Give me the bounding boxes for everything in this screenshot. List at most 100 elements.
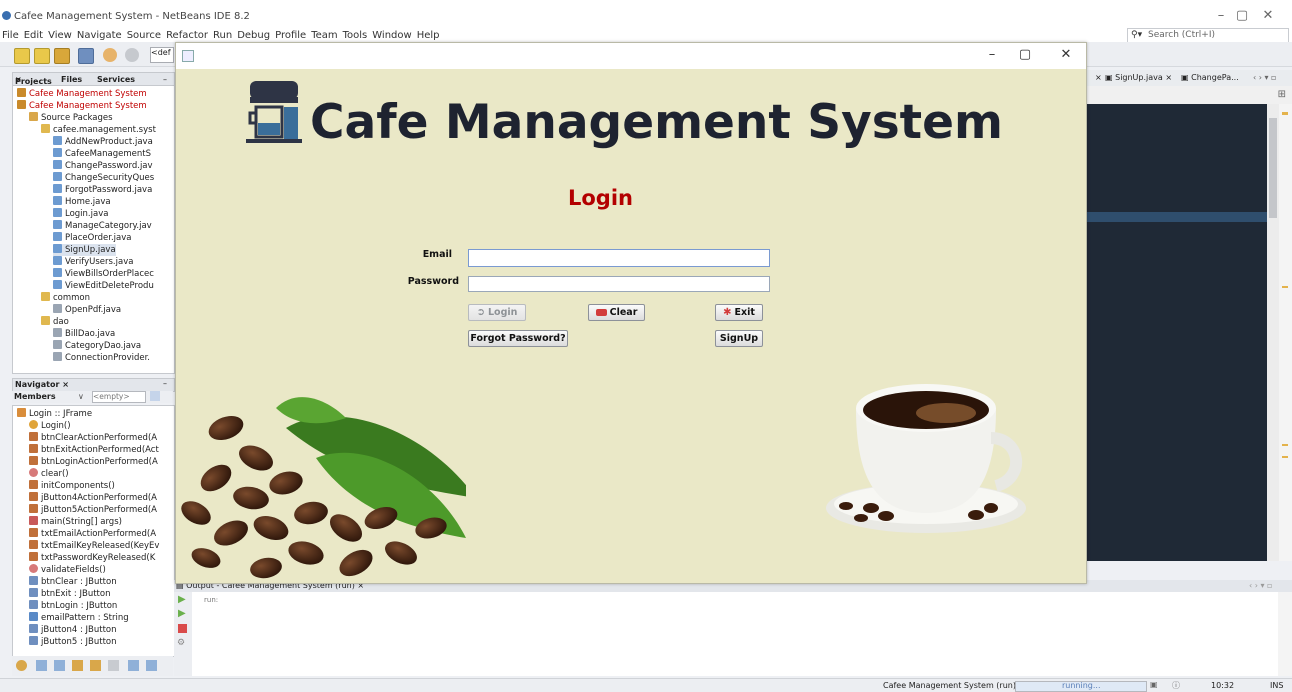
- navigator-item[interactable]: emailPattern : String: [29, 612, 129, 624]
- navigator-item[interactable]: initComponents(): [29, 480, 115, 492]
- menu-run[interactable]: Run: [213, 30, 232, 41]
- warning-mark[interactable]: [1282, 286, 1288, 288]
- editor-scroll-thumb[interactable]: [1269, 118, 1277, 218]
- info-icon[interactable]: ⓘ: [1172, 680, 1180, 691]
- tab-navigator[interactable]: Navigator ×: [15, 380, 69, 389]
- signup-button[interactable]: SignUp: [715, 330, 763, 347]
- tab-projects[interactable]: Projects ×: [15, 75, 52, 86]
- undo-icon[interactable]: [103, 48, 117, 62]
- inner-classes-icon[interactable]: [90, 660, 101, 671]
- project-tree-item[interactable]: Cafee Management System: [17, 100, 147, 112]
- menu-refactor[interactable]: Refactor: [166, 30, 208, 41]
- menu-edit[interactable]: Edit: [24, 30, 43, 41]
- tab-services[interactable]: Services: [97, 75, 135, 84]
- project-tree-item[interactable]: Login.java: [53, 208, 108, 220]
- exit-button[interactable]: ✱ Exit: [715, 304, 763, 321]
- menu-navigate[interactable]: Navigate: [77, 30, 122, 41]
- ide-maximize-button[interactable]: ▢: [1232, 8, 1252, 23]
- inherited-members-icon[interactable]: [16, 660, 27, 671]
- rerun-icon[interactable]: ▶: [178, 594, 186, 605]
- navigator-item[interactable]: txtEmailKeyReleased(KeyEv: [29, 540, 159, 552]
- tab-files[interactable]: Files: [61, 75, 82, 84]
- login-minimize-button[interactable]: –: [981, 47, 1003, 62]
- menu-view[interactable]: View: [48, 30, 72, 41]
- menu-window[interactable]: Window: [372, 30, 411, 41]
- project-tree-item[interactable]: ViewEditDeleteProdu: [53, 280, 154, 292]
- project-tree-item[interactable]: ChangeSecurityQues: [53, 172, 154, 184]
- open-project-icon[interactable]: [54, 48, 70, 64]
- sort-by-source-icon[interactable]: [146, 660, 157, 671]
- output-settings-icon[interactable]: ⚙: [177, 638, 185, 648]
- navigator-item[interactable]: btnClear : JButton: [29, 576, 117, 588]
- tab-scroll-arrows-icon[interactable]: ‹ › ▾ ▫: [1253, 73, 1276, 82]
- project-tree-item[interactable]: SignUp.java: [53, 244, 116, 256]
- output-scrollbar[interactable]: [1278, 592, 1292, 676]
- navigator-item[interactable]: btnExitActionPerformed(Act: [29, 444, 159, 456]
- login-button[interactable]: ➲ Login: [468, 304, 526, 321]
- project-tree-item[interactable]: ChangePassword.jav: [53, 160, 153, 172]
- project-tree-item[interactable]: ForgotPassword.java: [53, 184, 152, 196]
- project-tree-item[interactable]: BillDao.java: [53, 328, 115, 340]
- navigator-item[interactable]: txtEmailActionPerformed(A: [29, 528, 156, 540]
- menu-file[interactable]: File: [2, 30, 19, 41]
- navigator-item[interactable]: Login(): [29, 420, 71, 432]
- members-dropdown-arrow[interactable]: ∨: [78, 392, 84, 401]
- navigator-item[interactable]: txtPasswordKeyReleased(K: [29, 552, 155, 564]
- static-filter-icon[interactable]: [54, 660, 65, 671]
- editor-expand-icon[interactable]: ⊞: [1278, 89, 1286, 100]
- project-tree-item[interactable]: VerifyUsers.java: [53, 256, 133, 268]
- password-field[interactable]: [468, 276, 770, 292]
- navigator-item[interactable]: Login :: JFrame: [17, 408, 92, 420]
- output-tab-controls-icon[interactable]: ‹ › ▾ ▫: [1249, 581, 1272, 590]
- sort-by-name-icon[interactable]: [128, 660, 139, 671]
- navigator-minimize-button[interactable]: –: [163, 379, 167, 388]
- config-select[interactable]: <def: [150, 47, 174, 63]
- save-all-icon[interactable]: [78, 48, 94, 64]
- code-editor[interactable]: [1085, 104, 1268, 561]
- navigator-item[interactable]: jButton5 : JButton: [29, 636, 117, 648]
- non-public-filter-icon[interactable]: [72, 660, 83, 671]
- warning-mark[interactable]: [1282, 112, 1288, 115]
- editor-tab-changepassword[interactable]: ▣ ChangePa...: [1181, 73, 1239, 82]
- menu-help[interactable]: Help: [417, 30, 440, 41]
- forgot-password-button[interactable]: Forgot Password?: [468, 330, 568, 347]
- editor-scrollbar[interactable]: [1267, 104, 1279, 561]
- ide-close-button[interactable]: ✕: [1258, 8, 1278, 23]
- project-tree-item[interactable]: AddNewProduct.java: [53, 136, 153, 148]
- menu-tools[interactable]: Tools: [343, 30, 368, 41]
- notifications-icon[interactable]: ▣: [1150, 680, 1158, 689]
- login-close-button[interactable]: ✕: [1055, 47, 1077, 62]
- navigator-item[interactable]: jButton4 : JButton: [29, 624, 117, 636]
- project-tree-item[interactable]: Cafee Management System: [17, 88, 147, 100]
- panel-minimize-button[interactable]: –: [163, 75, 167, 84]
- project-tree-item[interactable]: common: [41, 292, 90, 304]
- navigator-item[interactable]: btnClearActionPerformed(A: [29, 432, 157, 444]
- redo-icon[interactable]: [125, 48, 139, 62]
- navigator-item[interactable]: validateFields(): [29, 564, 106, 576]
- navigator-item[interactable]: clear(): [29, 468, 69, 480]
- warning-mark[interactable]: [1282, 444, 1288, 446]
- menu-profile[interactable]: Profile: [275, 30, 306, 41]
- project-tree-item[interactable]: dao: [41, 316, 69, 328]
- project-tree-item[interactable]: ConnectionProvider.: [53, 352, 150, 364]
- filter-options-icon[interactable]: [150, 391, 160, 401]
- navigator-item[interactable]: btnLogin : JButton: [29, 600, 117, 612]
- rerun-modified-icon[interactable]: ▶: [178, 608, 186, 619]
- fqn-icon[interactable]: [108, 660, 119, 671]
- project-tree-item[interactable]: PlaceOrder.java: [53, 232, 132, 244]
- navigator-item[interactable]: main(String[] args): [29, 516, 122, 528]
- login-maximize-button[interactable]: ▢: [1014, 47, 1036, 62]
- tab-close-icon[interactable]: ×: [1095, 73, 1102, 82]
- menu-source[interactable]: Source: [127, 30, 161, 41]
- warning-mark[interactable]: [1282, 456, 1288, 458]
- navigator-item[interactable]: jButton5ActionPerformed(A: [29, 504, 157, 516]
- project-tree-item[interactable]: CategoryDao.java: [53, 340, 141, 352]
- fields-filter-icon[interactable]: [36, 660, 47, 671]
- new-project-icon[interactable]: [34, 48, 50, 64]
- project-tree-item[interactable]: CafeeManagementS: [53, 148, 151, 160]
- menu-debug[interactable]: Debug: [237, 30, 270, 41]
- project-tree-item[interactable]: Home.java: [53, 196, 111, 208]
- output-console[interactable]: run:: [192, 592, 1282, 676]
- project-tree-item[interactable]: ViewBillsOrderPlacec: [53, 268, 154, 280]
- ide-minimize-button[interactable]: –: [1211, 8, 1231, 23]
